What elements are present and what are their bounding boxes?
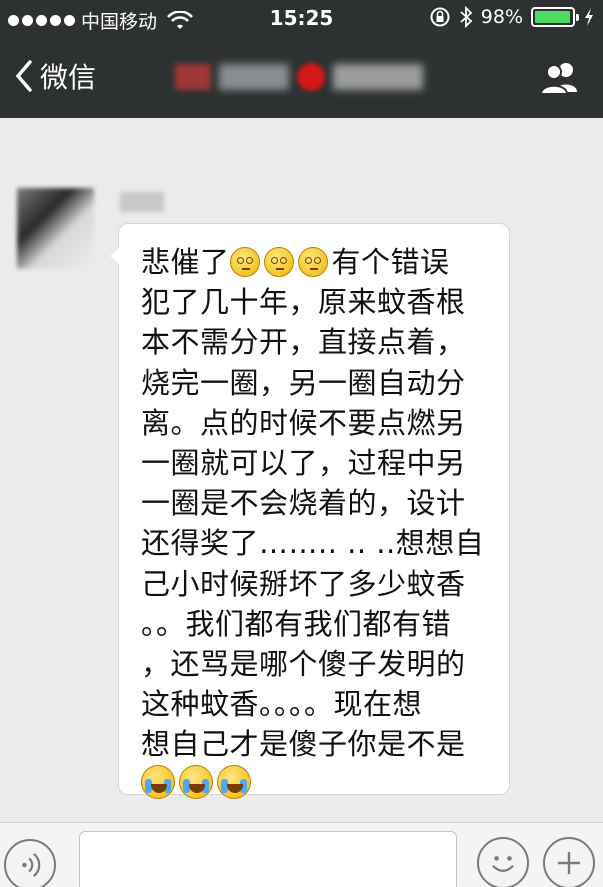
smiley-face-icon[interactable]	[477, 837, 529, 887]
nav-bar: 微信	[0, 36, 603, 118]
message-line: 一圈是不会烧着的，设计	[141, 486, 466, 521]
message-line: ，还骂是哪个傻子发明的	[141, 647, 466, 682]
plus-icon[interactable]	[543, 837, 595, 887]
battery-level-fill	[535, 11, 571, 23]
dizzy-face-emoji-icon	[229, 247, 260, 278]
battery-icon	[531, 7, 579, 27]
message-line-emojis	[141, 764, 495, 799]
dizzy-face-emoji-icon	[263, 247, 294, 278]
message-line: 离。点的时候不要点燃另	[141, 405, 466, 440]
dizzy-face-emoji-icon	[297, 247, 328, 278]
message-line: 一圈就可以了，过程中另	[141, 446, 466, 481]
avatar[interactable]	[17, 188, 94, 269]
chat-area: 悲催了 有个错误 犯了几十年，原来蚊香根 本不需分开，直接点着， 烧完一圈，另一…	[0, 118, 603, 822]
input-bar	[0, 822, 603, 887]
status-bar: 中国移动 15:25 98%	[0, 0, 603, 36]
message-line: 犯了几十年，原来蚊香根	[141, 285, 466, 320]
battery-percent: 98%	[480, 6, 523, 28]
group-people-icon[interactable]	[537, 58, 583, 98]
back-label: 微信	[40, 61, 97, 94]
message-line: 本不需分开，直接点着，	[141, 325, 466, 360]
crying-laugh-emoji-icon	[179, 764, 213, 799]
message-line: 这种蚊香。。。。现在想	[141, 687, 423, 722]
back-button[interactable]: 微信	[14, 56, 96, 96]
message-line: 悲催了 有个错误	[141, 245, 450, 279]
message-bubble[interactable]: 悲催了 有个错误 犯了几十年，原来蚊香根 本不需分开，直接点着， 烧完一圈，另一…	[110, 223, 510, 799]
message-line: 。。我们都有我们都有错	[141, 606, 452, 641]
message-line: 己小时候掰坏了多少蚊香	[141, 566, 466, 601]
charging-bolt-icon	[585, 8, 593, 26]
message-input[interactable]	[79, 831, 457, 887]
status-right: 98%	[429, 6, 595, 28]
chevron-left-icon	[15, 60, 32, 92]
crying-laugh-emoji-icon	[141, 764, 175, 799]
orientation-lock-icon	[430, 7, 450, 27]
message-line: 还得奖了…….. .. ..想想自	[141, 526, 485, 561]
message-line: 烧完一圈，另一圈自动分	[141, 365, 466, 400]
chat-title-redacted	[175, 60, 435, 94]
bluetooth-icon	[460, 6, 473, 28]
message-line: 想自己才是傻子你是不是	[141, 727, 466, 762]
voice-waves-icon[interactable]	[4, 839, 56, 887]
sender-name-redacted	[120, 192, 164, 212]
crying-laugh-emoji-icon	[217, 764, 251, 799]
